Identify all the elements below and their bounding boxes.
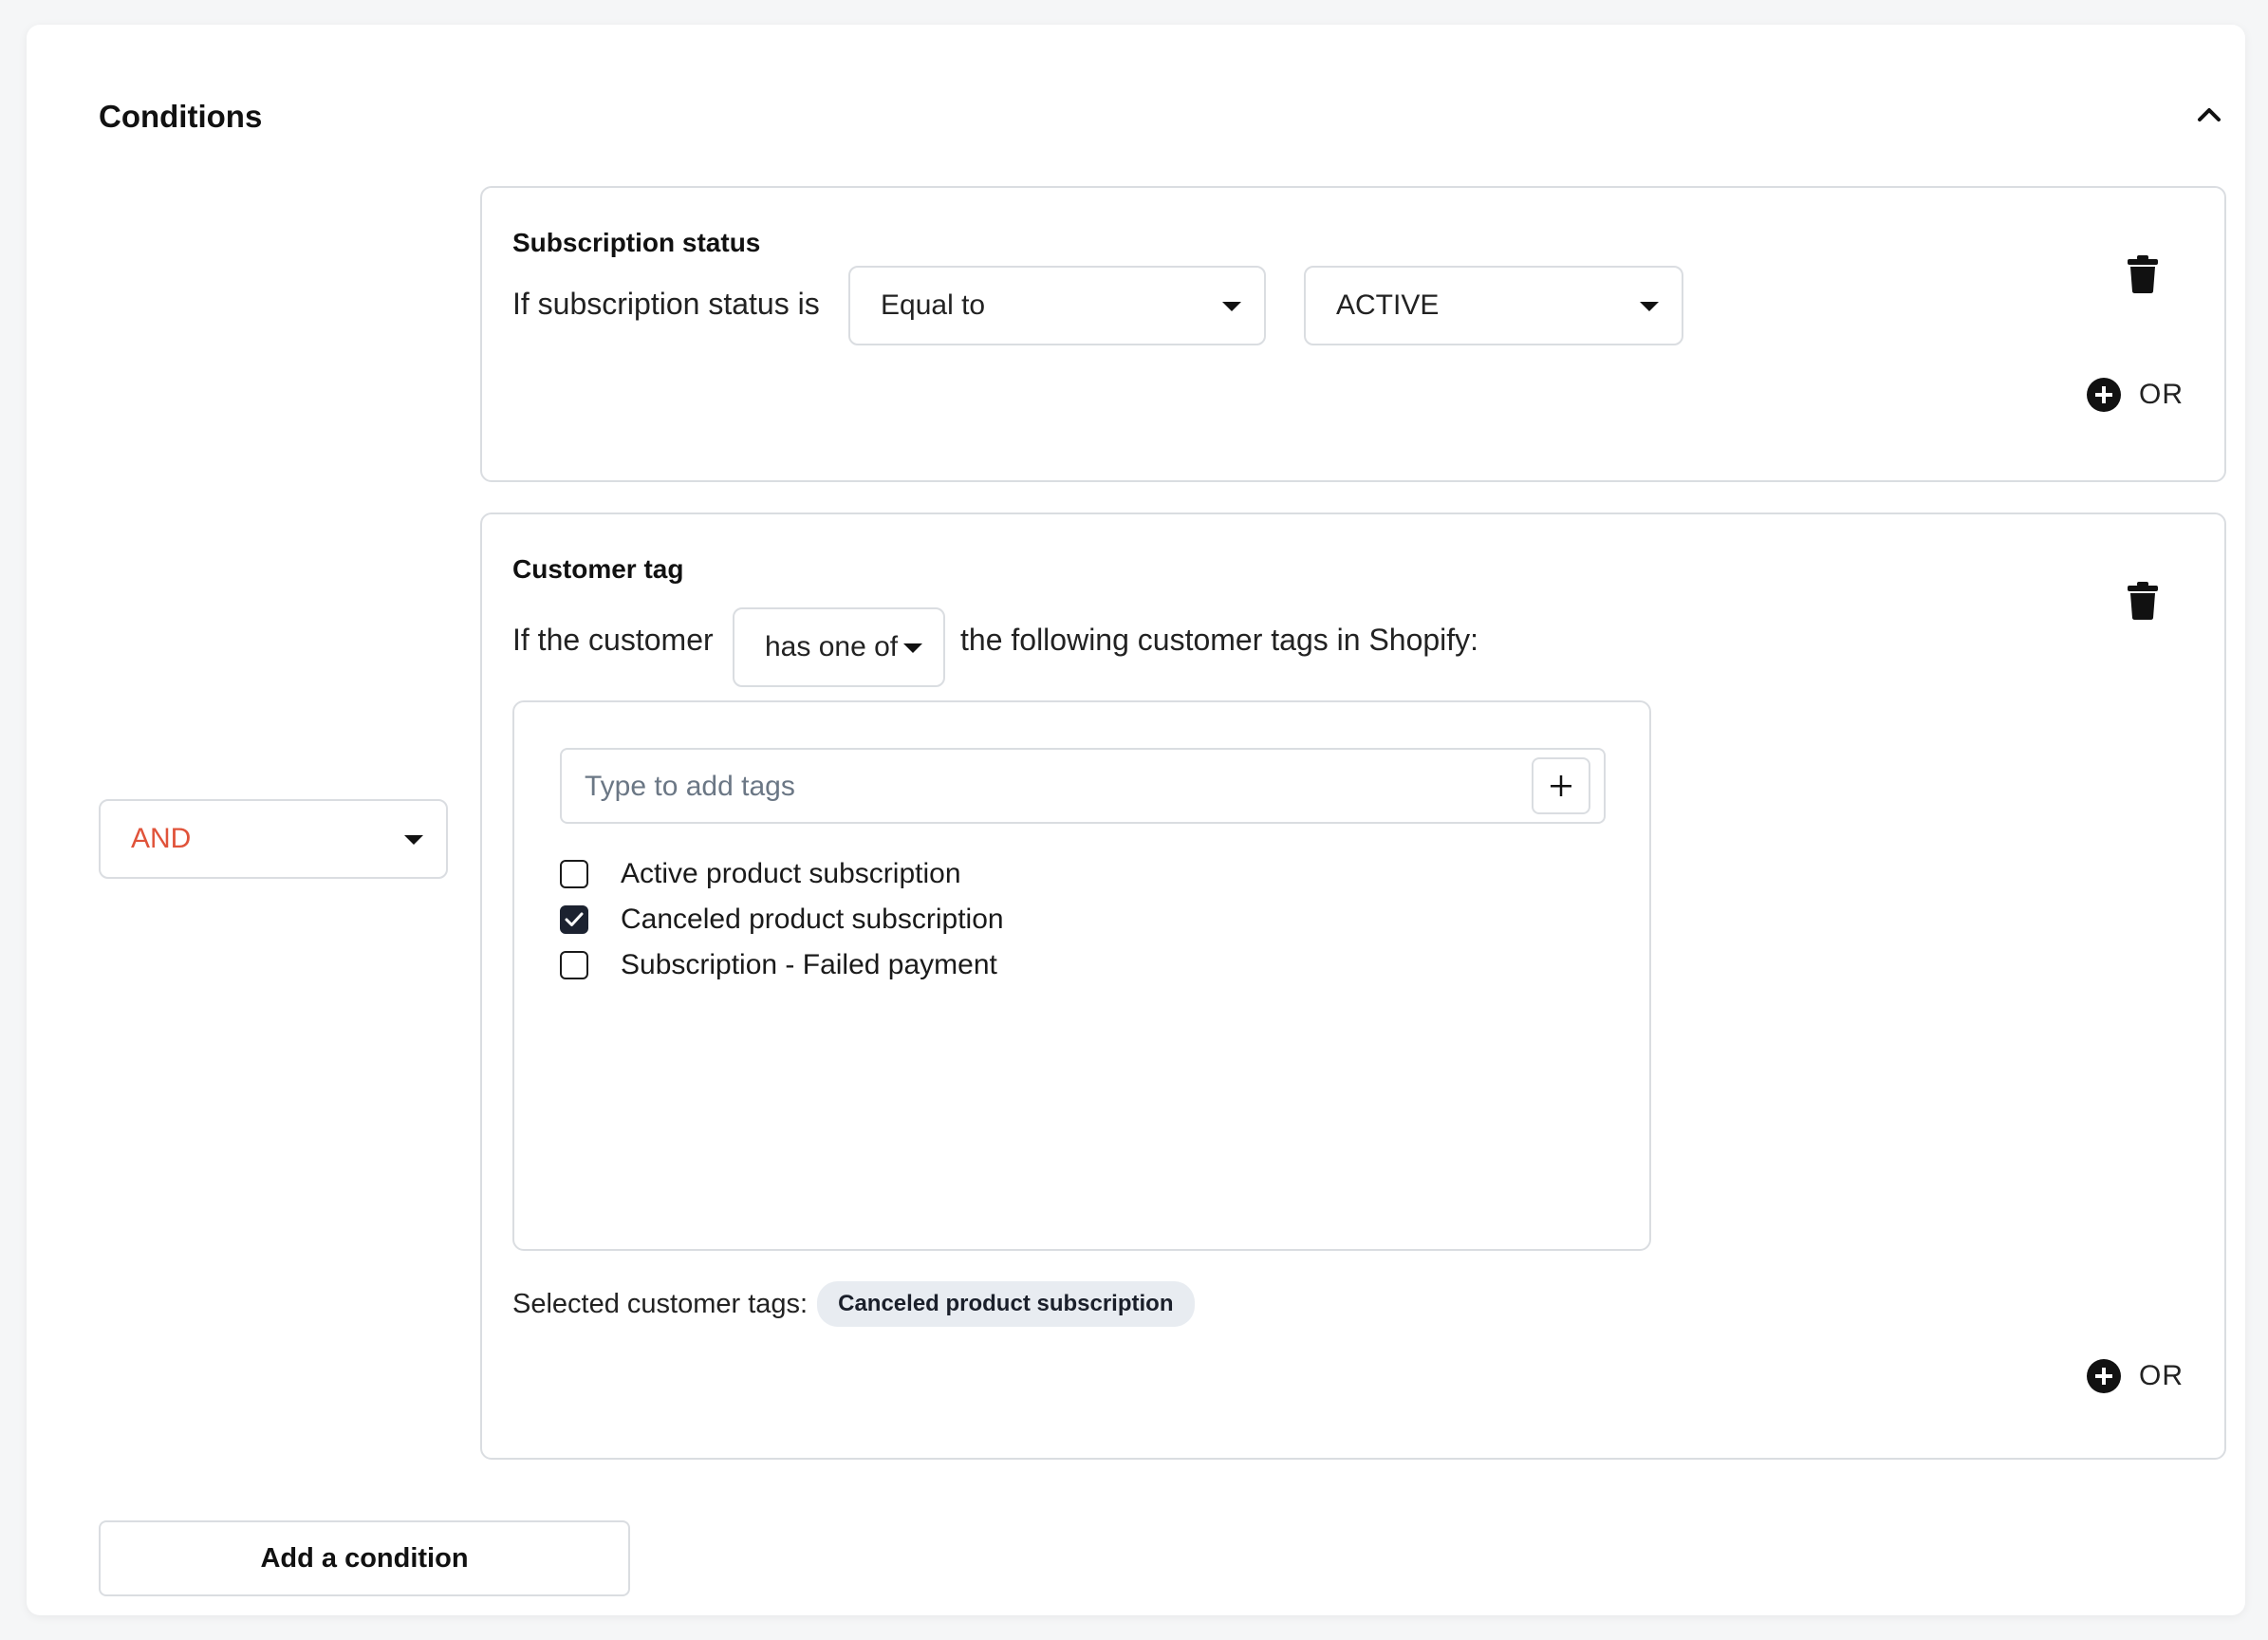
operator-select[interactable]: Equal to — [848, 266, 1266, 345]
tag-option-label: Subscription - Failed payment — [621, 949, 997, 980]
tag-operator-select[interactable]: has one of — [733, 607, 945, 687]
selected-tags-label: Selected customer tags: — [512, 1288, 809, 1319]
tag-checkbox[interactable] — [560, 951, 588, 979]
condition-title: Subscription status — [512, 228, 761, 257]
selected-tags-row: Selected customer tags: Canceled product… — [512, 1281, 1195, 1327]
condition-suffix: the following customer tags in Shopify: — [960, 623, 1479, 657]
tag-operator-value: has one of — [765, 631, 899, 662]
plus-circle-icon — [2087, 378, 2121, 412]
tag-option-label: Canceled product subscription — [621, 904, 1004, 935]
trash-icon[interactable] — [2127, 254, 2159, 294]
chevron-down-icon — [1640, 302, 1659, 311]
chevron-down-icon — [903, 643, 922, 653]
or-label: OR — [2139, 379, 2184, 410]
add-or-button[interactable]: OR — [2086, 1357, 2184, 1395]
plus-circle-icon — [2087, 1359, 2121, 1393]
condition-card-customer-tag: Customer tag If the customer has one of … — [480, 512, 2226, 1460]
add-or-button[interactable]: OR — [2086, 376, 2184, 414]
tag-option[interactable]: Active product subscription — [560, 858, 961, 890]
panel-title: Conditions — [99, 99, 263, 134]
conditions-panel: Conditions AND Subscription status If su… — [27, 25, 2245, 1615]
status-value: ACTIVE — [1336, 289, 1440, 321]
chevron-down-icon — [1222, 302, 1241, 311]
status-value-select[interactable]: ACTIVE — [1304, 266, 1683, 345]
condition-prefix: If subscription status is — [512, 287, 820, 321]
trash-icon[interactable] — [2127, 581, 2159, 621]
tag-checkbox-checked[interactable] — [560, 905, 588, 934]
checkmark-icon — [565, 912, 584, 926]
chevron-down-icon — [404, 835, 423, 845]
or-label: OR — [2139, 1360, 2184, 1391]
condition-prefix: If the customer — [512, 623, 714, 657]
tag-search-input[interactable] — [583, 750, 1497, 824]
chevron-up-icon[interactable] — [2190, 101, 2228, 129]
tag-picker: Active product subscription Canceled pro… — [512, 700, 1651, 1251]
tag-option-label: Active product subscription — [621, 858, 961, 889]
condition-title: Customer tag — [512, 554, 684, 584]
add-tag-button[interactable] — [1532, 757, 1590, 814]
and-or-connector-select[interactable]: AND — [99, 799, 448, 879]
operator-value: Equal to — [881, 289, 986, 321]
tag-option[interactable]: Subscription - Failed payment — [560, 949, 997, 981]
tag-search-field — [560, 748, 1606, 824]
selected-tag-chip: Canceled product subscription — [817, 1281, 1195, 1327]
plus-icon — [1551, 775, 1571, 796]
condition-card-subscription-status: Subscription status If subscription stat… — [480, 186, 2226, 482]
connector-value: AND — [131, 823, 192, 854]
add-condition-button[interactable]: Add a condition — [99, 1520, 630, 1596]
tag-option[interactable]: Canceled product subscription — [560, 904, 1004, 936]
tag-checkbox[interactable] — [560, 860, 588, 888]
